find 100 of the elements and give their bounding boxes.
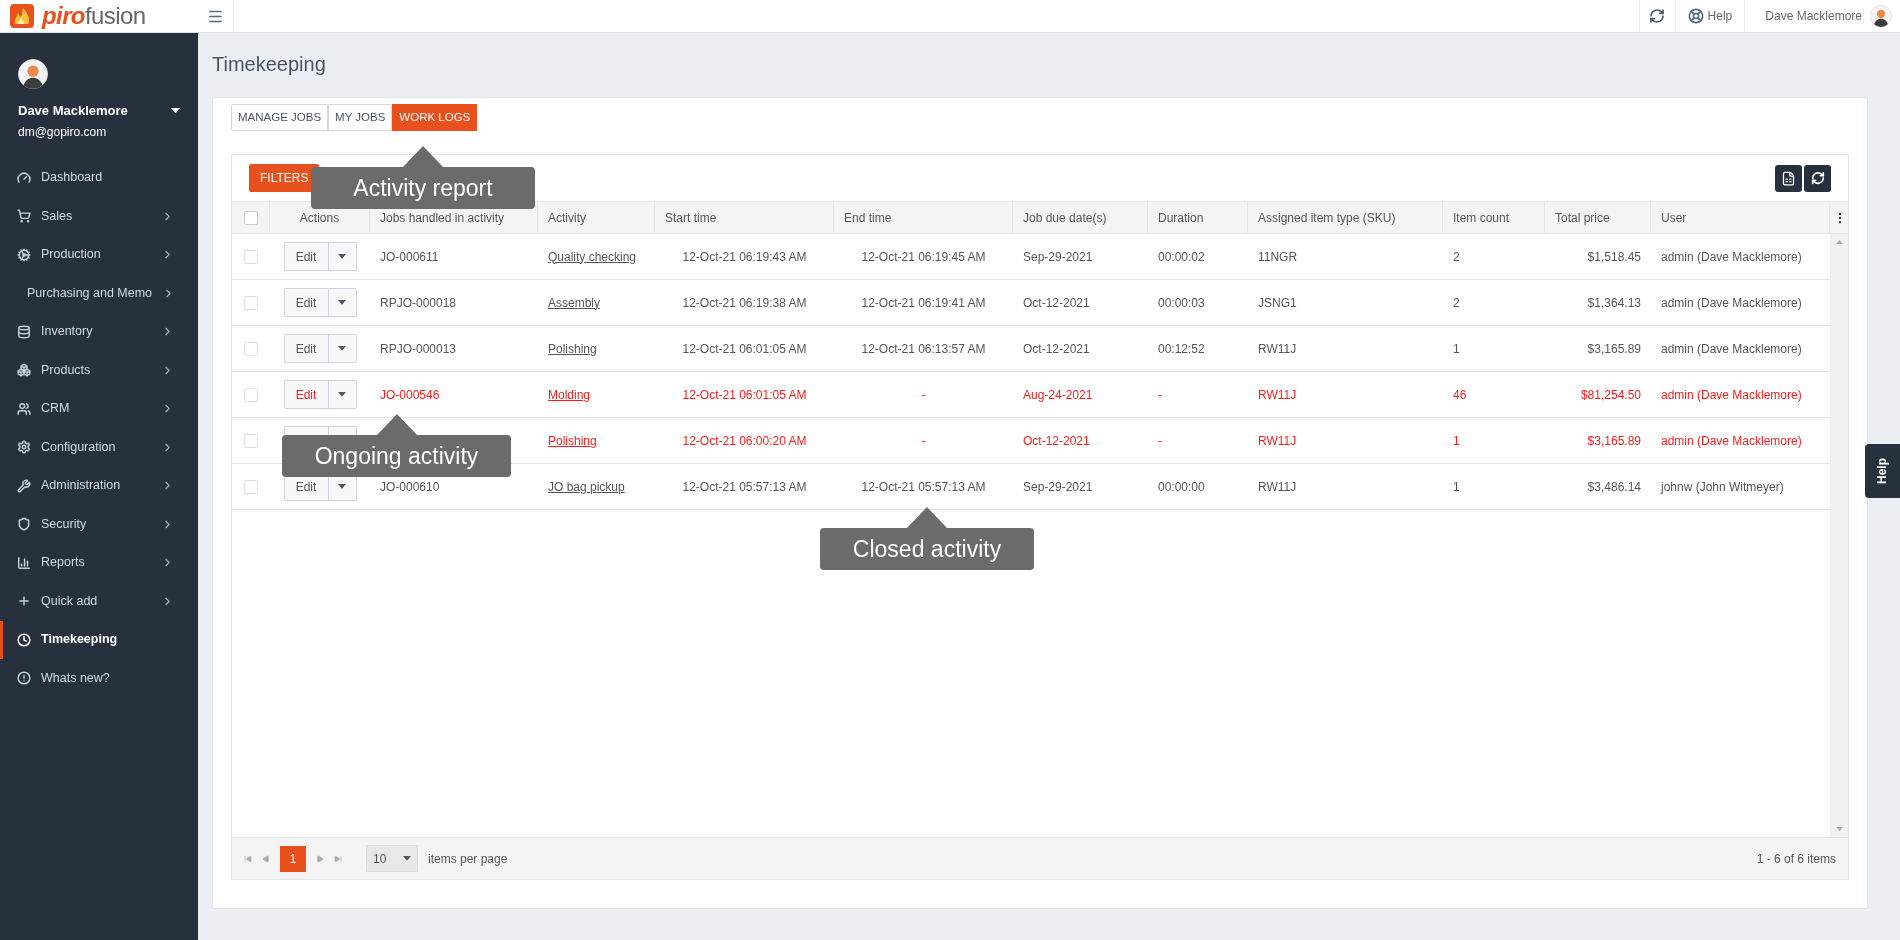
dropdown-button[interactable] [328,289,356,316]
table-cell-text: Sep-29-2021 [1023,248,1093,266]
dropdown-button[interactable] [328,381,356,408]
column-header[interactable]: Activity [548,208,586,227]
table-cell-text: 1 [1453,478,1460,496]
table-cell-text: 12-Oct-21 05:57:13 AM [682,478,807,496]
activity-link[interactable]: Molding [548,385,591,404]
dropdown-button[interactable] [328,335,356,362]
column-header[interactable]: Actions [299,208,340,227]
checkbox[interactable] [244,341,258,356]
table-cell-text: $81,254.50 [1580,386,1641,404]
column-header[interactable]: Start time [665,208,717,227]
menu-item-icon [17,517,31,532]
edit-button[interactable]: Edit [284,289,329,316]
help-tab[interactable]: Help [1865,444,1900,498]
sidebar-item[interactable]: Quick add [0,582,198,621]
activity-link[interactable]: Polishing [548,431,597,450]
sidebar-item[interactable]: Reports [0,543,198,582]
sidebar-item[interactable]: Whats new? [0,659,198,698]
menu-item-icon [17,401,31,416]
refresh-button[interactable] [1804,164,1831,192]
table-cell-text: - [1158,432,1162,450]
checkbox[interactable] [244,249,258,264]
menu-item-icon [17,363,31,378]
table-row[interactable]: Edit RPJO-000018 Assembly 12-Oct-21 06:19:38 AM 12-Oct-21 06:19:41 AM Oct-12-2021 00:00:03 JSNG1 2 $1,364.13 admin (Dave Macklemore) [232,280,1830,326]
sidebar-item[interactable]: Administration [0,466,198,505]
table-cell-text: $1,518.45 [1587,248,1641,266]
column-header[interactable]: End time [844,208,892,227]
menu-item-icon [17,632,31,647]
table-cell-text: RW11J [1258,478,1297,496]
sidebar-item[interactable]: Production [0,235,198,274]
checkbox[interactable] [244,479,258,494]
menu-item-icon [17,170,31,185]
table-cell-text: 12-Oct-21 05:57:13 AM [861,478,986,496]
table-cell-text: $3,486.14 [1587,478,1641,496]
menu-item-icon [17,247,31,262]
table-cell-text: 1 [1453,340,1460,358]
excel-export-button[interactable] [1775,164,1802,192]
checkbox[interactable] [244,295,258,310]
page-size-select[interactable]: 10 [366,845,418,872]
table-cell-text: 12-Oct-21 06:19:45 AM [861,248,986,266]
table-cell-text: admin (Dave Macklemore) [1661,248,1802,266]
activity-link[interactable]: Assembly [548,293,600,312]
menu-item-icon [17,478,31,493]
activity-link[interactable]: JO bag pickup [548,477,625,496]
sidebar-item[interactable]: Sales [0,197,198,236]
logo-text: pirofusion [42,1,146,31]
table-cell-text: 12-Oct-21 06:13:57 AM [861,340,986,358]
table-cell-text: RW11J [1258,386,1297,404]
last-page-icon [334,854,342,863]
activity-link[interactable]: Polishing [548,339,597,358]
user-name[interactable]: Dave Macklemore [1765,7,1862,25]
column-header[interactable]: Assigned item type (SKU) [1258,208,1396,227]
sidebar-item[interactable]: Purchasing and Memo [0,274,198,313]
page-button[interactable]: 1 [280,845,306,872]
table-cell-text: Sep-29-2021 [1023,478,1093,496]
caret-icon [403,856,411,861]
sidebar-item[interactable]: Security [0,505,198,544]
dropdown-button[interactable] [328,243,356,270]
column-header[interactable]: Total price [1555,208,1610,227]
sidebar-item[interactable]: Dashboard [0,158,198,197]
sidebar-item[interactable]: Products [0,351,198,390]
sidebar-item[interactable]: Configuration [0,428,198,467]
sidebar-item[interactable]: Timekeeping [0,620,198,659]
checkbox[interactable] [243,210,258,225]
column-header[interactable]: User [1661,208,1687,227]
table-cell-text: $1,364.13 [1587,294,1641,312]
column-header[interactable]: Duration [1158,208,1204,227]
table-row[interactable]: Edit JO-000611 Quality checking 12-Oct-21 06:19:43 AM 12-Oct-21 06:19:45 AM Sep-29-2021 00:00:02 11NGR 2 $1,518.45 admin (Dave Macklemore) [232,234,1830,280]
edit-button[interactable]: Edit [284,243,329,270]
help-link[interactable]: Help [1707,7,1733,25]
column-header[interactable]: Job due date(s) [1023,208,1107,227]
caret-icon [338,346,346,351]
table-row[interactable]: Edit RPJO-000013 Polishing 12-Oct-21 06:01:05 AM 12-Oct-21 06:13:57 AM Oct-12-2021 00:12:52 RW11J 1 $3,165.89 admin (Dave Macklemore) [232,326,1830,372]
filters-button[interactable]: FILTERS [249,164,320,192]
user-avatar [1870,5,1892,27]
tab[interactable]: WORK LOGS [392,104,478,131]
edit-button[interactable]: Edit [284,381,329,408]
edit-button[interactable]: Edit [284,335,329,362]
caret-icon [338,300,346,305]
column-header[interactable]: Jobs handled in activity [380,208,505,227]
checkbox[interactable] [244,433,258,448]
table-cell-text: Oct-12-2021 [1023,432,1090,450]
tab[interactable]: MANAGE JOBS [231,104,329,131]
table-cell-text: JSNG1 [1258,294,1297,312]
table-row[interactable]: Edit JO-000546 Molding 12-Oct-21 06:01:05 AM - Aug-24-2021 - RW11J 46 $81,254.50 admin (Dave Macklemore) [232,372,1830,418]
callout-tooltip: Closed activity [820,507,1034,570]
table-cell-text: Aug-24-2021 [1023,386,1093,404]
table-cell-text: 12-Oct-21 06:01:05 AM [682,386,807,404]
table-cell-text: - [921,386,926,404]
tab[interactable]: MY JOBS [328,104,393,131]
checkbox[interactable] [244,387,258,402]
table-cell-text: JO-000610 [380,478,440,496]
column-header[interactable]: Item count [1453,208,1510,227]
sidebar-item[interactable]: CRM [0,389,198,428]
lifebuoy-icon[interactable] [1687,8,1704,24]
menu-item-icon [17,209,31,224]
activity-link[interactable]: Quality checking [548,247,637,266]
sidebar-item[interactable]: Inventory [0,312,198,351]
pager-summary: 1 - 6 of 6 items [1756,850,1836,868]
